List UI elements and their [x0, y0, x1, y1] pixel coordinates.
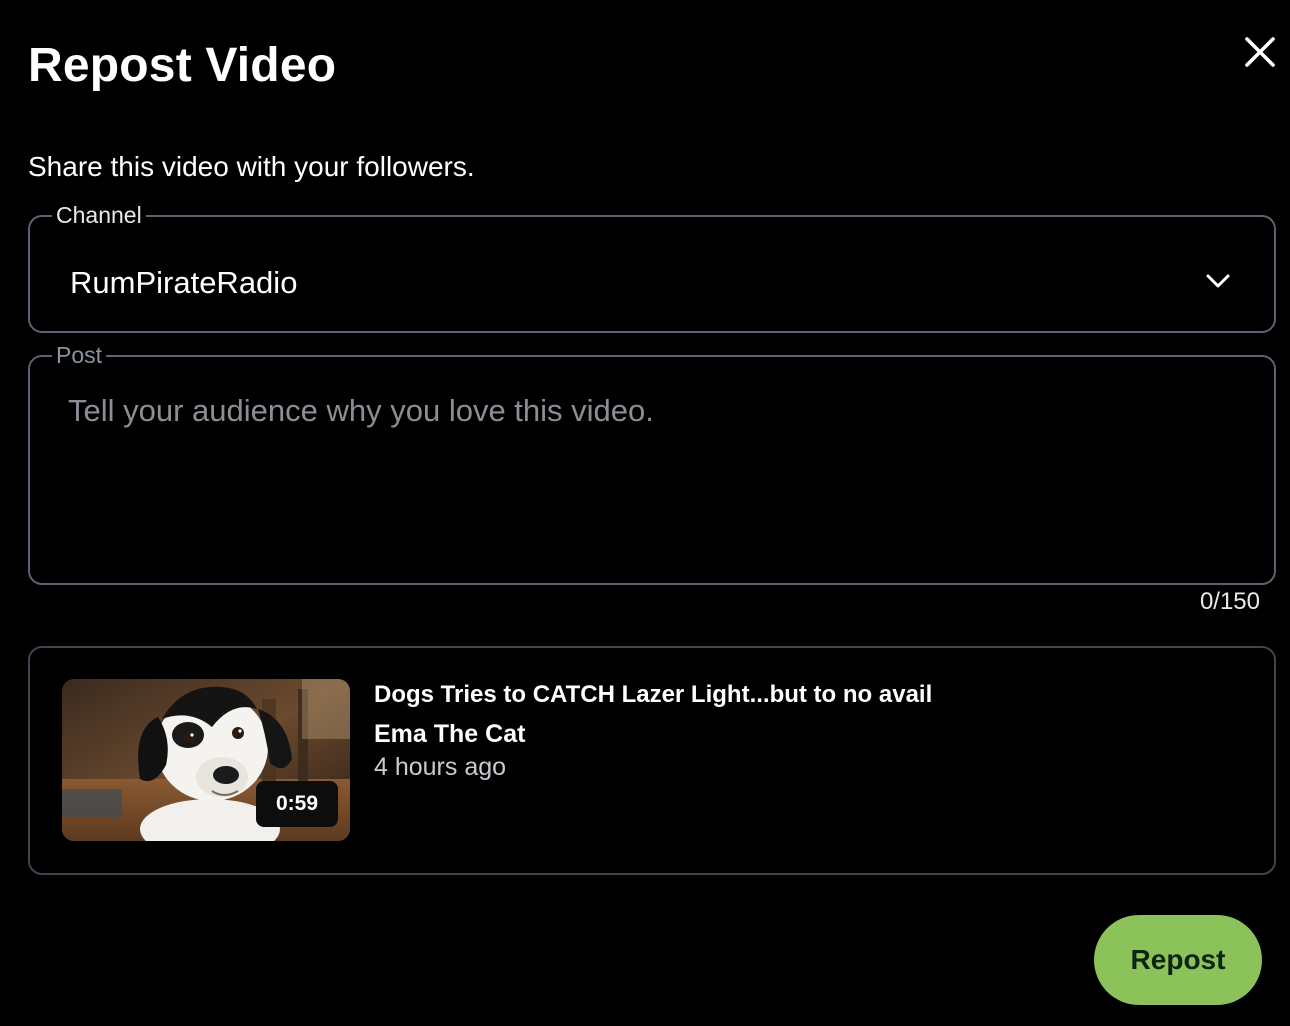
- channel-selected-value: RumPirateRadio: [70, 265, 298, 300]
- modal-subtitle: Share this video with your followers.: [28, 151, 475, 182]
- post-field: Post: [28, 344, 1276, 585]
- post-input[interactable]: [68, 393, 1228, 563]
- post-label: Post: [56, 342, 103, 368]
- video-title: Dogs Tries to CATCH Lazer Light...but to…: [374, 681, 933, 708]
- repost-button[interactable]: Repost: [1094, 915, 1262, 1005]
- channel-label: Channel: [56, 202, 142, 228]
- close-icon: [1245, 37, 1275, 67]
- video-channel-name: Ema The Cat: [374, 720, 526, 748]
- video-posted-time: 4 hours ago: [374, 753, 507, 781]
- video-thumbnail: 0:59: [62, 679, 350, 841]
- channel-select[interactable]: Channel RumPirateRadio: [28, 204, 1276, 333]
- character-count: 0/150: [1199, 588, 1260, 615]
- video-duration-badge: 0:59: [255, 781, 338, 827]
- chevron-down-icon[interactable]: [1204, 271, 1232, 291]
- close-button[interactable]: [1236, 28, 1284, 76]
- video-preview-card: 0:59 Dogs Tries to CATCH Lazer Light...b…: [28, 646, 1276, 875]
- modal-title: Repost Video: [28, 39, 337, 92]
